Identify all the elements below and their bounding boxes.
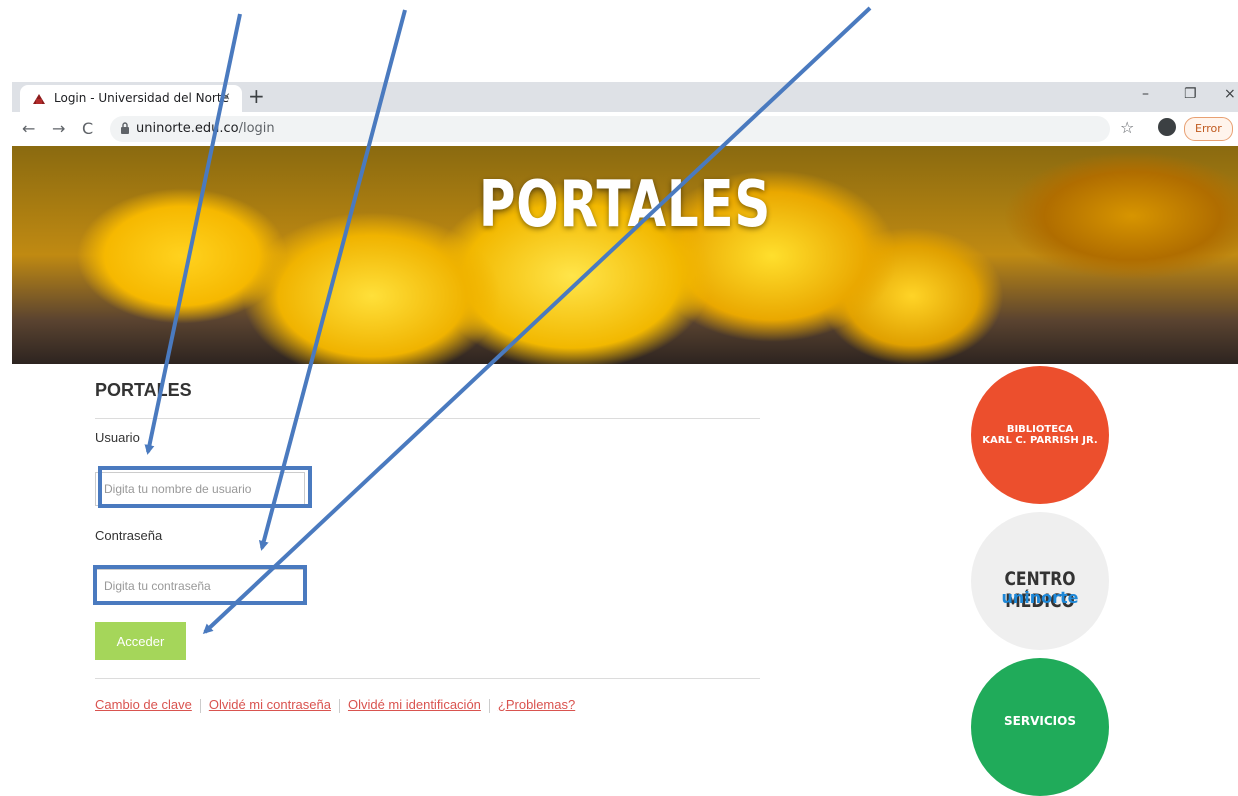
tab-title: Login - Universidad del Norte <box>54 91 229 105</box>
browser-chrome: Login - Universidad del Norte × + – ❐ × … <box>12 82 1238 146</box>
minimize-button[interactable]: – <box>1142 86 1149 102</box>
biblioteca-link[interactable]: BIBLIOTECA KARL C. PARRISH JR. <box>971 366 1109 504</box>
close-window-button[interactable]: × <box>1224 86 1236 102</box>
reload-button[interactable]: C <box>82 119 93 138</box>
link-olvide-identificacion[interactable]: Olvidé mi identificación <box>348 697 481 712</box>
profile-icon[interactable] <box>1158 118 1176 136</box>
error-button[interactable]: Error <box>1184 117 1233 141</box>
divider <box>95 678 760 679</box>
browser-tab[interactable]: Login - Universidad del Norte × <box>20 85 242 112</box>
url-host: uninorte.edu.co <box>136 121 239 136</box>
url-text: uninorte.edu.co/login <box>136 121 275 136</box>
username-input[interactable] <box>95 472 305 506</box>
page-title: PORTALES <box>95 380 192 400</box>
star-icon[interactable]: ☆ <box>1120 118 1134 137</box>
hero-banner: PORTALES <box>12 146 1238 364</box>
username-label: Usuario <box>95 430 140 445</box>
lock-icon <box>121 122 129 134</box>
password-input[interactable] <box>95 569 305 603</box>
biblioteca-label: BIBLIOTECA KARL C. PARRISH JR. <box>982 424 1098 446</box>
restore-button[interactable]: ❐ <box>1184 86 1197 102</box>
acceder-button[interactable]: Acceder <box>95 622 186 660</box>
centro-medico-link[interactable]: CENTRO MÉDICO uninorte <box>971 512 1109 650</box>
password-label: Contraseña <box>95 528 163 543</box>
browser-toolbar: ← → C uninorte.edu.co/login ☆ Error <box>12 112 1238 146</box>
link-cambio-clave[interactable]: Cambio de clave <box>95 697 192 712</box>
hero-title: PORTALES <box>478 168 772 242</box>
servicios-link[interactable]: SERVICIOS <box>971 658 1109 796</box>
address-bar[interactable]: uninorte.edu.co/login <box>110 116 1110 142</box>
link-separator <box>338 698 340 713</box>
centro-medico-subtitle: uninorte <box>1001 588 1079 607</box>
new-tab-button[interactable]: + <box>248 84 265 108</box>
link-problemas[interactable]: ¿Problemas? <box>498 697 575 712</box>
link-olvide-contrasena[interactable]: Olvidé mi contraseña <box>209 697 331 712</box>
divider <box>95 418 760 419</box>
favicon-icon <box>33 94 45 104</box>
tab-close-icon[interactable]: × <box>222 88 230 104</box>
link-separator <box>488 698 490 713</box>
link-separator <box>199 698 201 713</box>
help-links: Cambio de clave Olvidé mi contraseña Olvid… <box>95 697 575 713</box>
back-button[interactable]: ← <box>22 119 35 138</box>
forward-button[interactable]: → <box>52 119 65 138</box>
url-path: /login <box>238 121 275 136</box>
